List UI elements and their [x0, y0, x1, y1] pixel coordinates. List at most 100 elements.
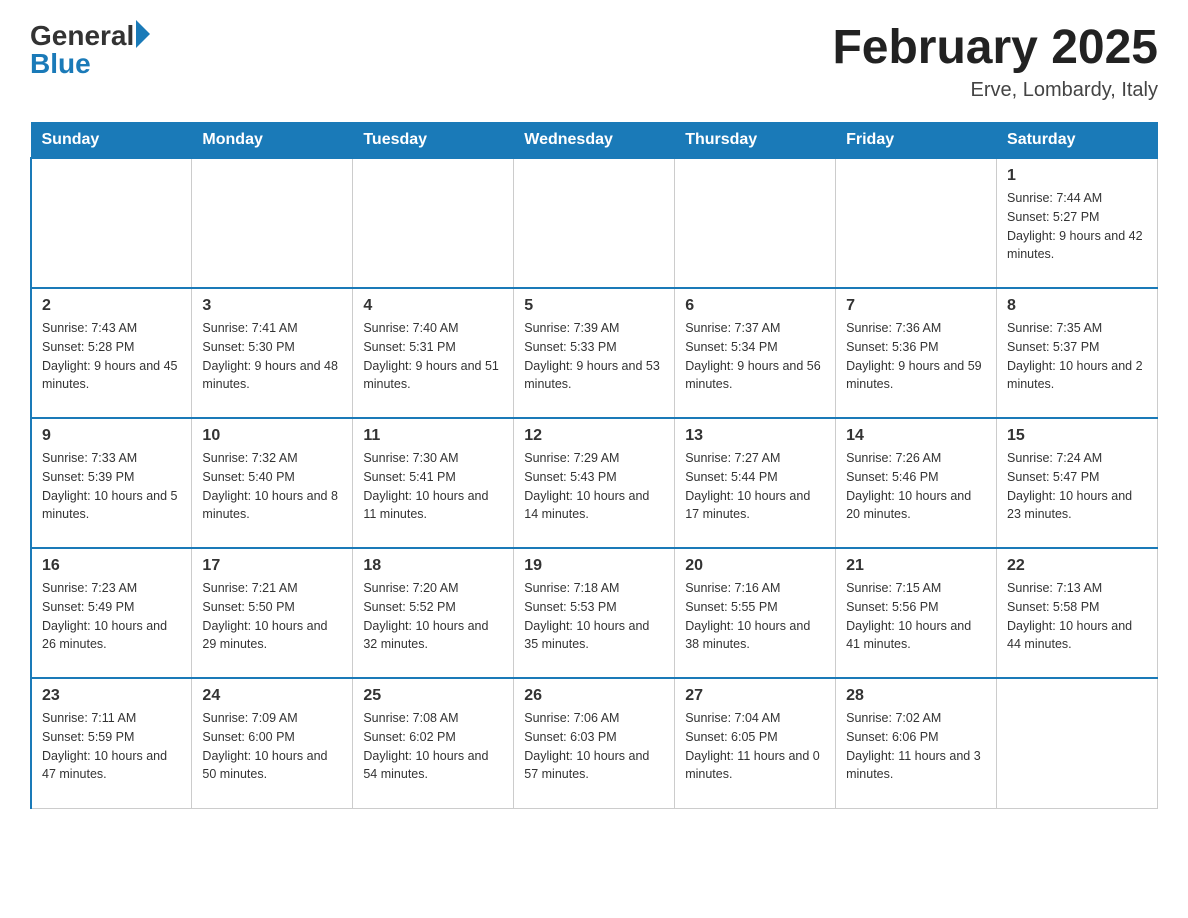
day-number: 11 [363, 427, 503, 445]
calendar-cell: 4Sunrise: 7:40 AMSunset: 5:31 PMDaylight… [353, 288, 514, 418]
day-info: Sunrise: 7:20 AMSunset: 5:52 PMDaylight:… [363, 579, 503, 654]
calendar-week-5: 23 Sunrise: 7:11 AMSunset: 5:59 PMDayligh… [31, 678, 1158, 808]
calendar-cell: 17Sunrise: 7:21 AMSunset: 5:50 PMDayligh… [192, 548, 353, 678]
day-info: Sunrise: 7:40 AMSunset: 5:31 PMDaylight:… [363, 319, 503, 394]
day-number: 1 [1007, 167, 1147, 185]
calendar-cell: 23 Sunrise: 7:11 AMSunset: 5:59 PMDayligh… [31, 678, 192, 808]
calendar-cell [31, 158, 192, 288]
col-saturday: Saturday [997, 123, 1158, 159]
day-number: 20 [685, 557, 825, 575]
calendar-cell: 6 Sunrise: 7:37 AMSunset: 5:34 PMDaylight… [675, 288, 836, 418]
day-info: Sunrise: 7:41 AMSunset: 5:30 PMDaylight:… [202, 319, 342, 394]
day-number: 10 [202, 427, 342, 445]
calendar-week-1: 1 Sunrise: 7:44 AMSunset: 5:27 PMDaylight… [31, 158, 1158, 288]
calendar-cell [997, 678, 1158, 808]
calendar-cell: 10Sunrise: 7:32 AMSunset: 5:40 PMDayligh… [192, 418, 353, 548]
day-info: Sunrise: 7:24 AMSunset: 5:47 PMDaylight:… [1007, 449, 1147, 524]
day-number: 23 [42, 687, 181, 705]
calendar-week-3: 9 Sunrise: 7:33 AMSunset: 5:39 PMDaylight… [31, 418, 1158, 548]
day-number: 17 [202, 557, 342, 575]
day-number: 22 [1007, 557, 1147, 575]
calendar-cell: 22Sunrise: 7:13 AMSunset: 5:58 PMDayligh… [997, 548, 1158, 678]
day-info: Sunrise: 7:37 AMSunset: 5:34 PMDaylight:… [685, 319, 825, 394]
calendar-cell: 27 Sunrise: 7:04 AMSunset: 6:05 PMDayligh… [675, 678, 836, 808]
calendar-cell: 28Sunrise: 7:02 AMSunset: 6:06 PMDayligh… [836, 678, 997, 808]
calendar-cell: 11Sunrise: 7:30 AMSunset: 5:41 PMDayligh… [353, 418, 514, 548]
header-row: Sunday Monday Tuesday Wednesday Thursday… [31, 123, 1158, 159]
calendar-cell [353, 158, 514, 288]
day-info: Sunrise: 7:04 AMSunset: 6:05 PMDaylight:… [685, 709, 825, 784]
page-header: General Blue February 2025 Erve, Lombard… [30, 20, 1158, 102]
title-block: February 2025 Erve, Lombardy, Italy [832, 20, 1158, 102]
day-number: 24 [202, 687, 342, 705]
col-sunday: Sunday [31, 123, 192, 159]
calendar-cell: 8 Sunrise: 7:35 AMSunset: 5:37 PMDaylight… [997, 288, 1158, 418]
logo: General Blue [30, 20, 150, 80]
col-friday: Friday [836, 123, 997, 159]
calendar-table: Sunday Monday Tuesday Wednesday Thursday… [30, 122, 1158, 809]
day-info: Sunrise: 7:09 AMSunset: 6:00 PMDaylight:… [202, 709, 342, 784]
day-number: 5 [524, 297, 664, 315]
day-number: 13 [685, 427, 825, 445]
day-number: 16 [42, 557, 181, 575]
calendar-cell: 21Sunrise: 7:15 AMSunset: 5:56 PMDayligh… [836, 548, 997, 678]
day-info: Sunrise: 7:36 AMSunset: 5:36 PMDaylight:… [846, 319, 986, 394]
day-number: 8 [1007, 297, 1147, 315]
calendar-cell [675, 158, 836, 288]
calendar-cell: 18 Sunrise: 7:20 AMSunset: 5:52 PMDayligh… [353, 548, 514, 678]
day-info: Sunrise: 7:26 AMSunset: 5:46 PMDaylight:… [846, 449, 986, 524]
calendar-cell: 15 Sunrise: 7:24 AMSunset: 5:47 PMDayligh… [997, 418, 1158, 548]
logo-arrow-icon [136, 20, 150, 48]
day-number: 3 [202, 297, 342, 315]
calendar-cell [192, 158, 353, 288]
day-number: 12 [524, 427, 664, 445]
day-info: Sunrise: 7:27 AMSunset: 5:44 PMDaylight:… [685, 449, 825, 524]
day-number: 26 [524, 687, 664, 705]
day-number: 25 [363, 687, 503, 705]
day-number: 19 [524, 557, 664, 575]
calendar-cell: 13 Sunrise: 7:27 AMSunset: 5:44 PMDayligh… [675, 418, 836, 548]
col-thursday: Thursday [675, 123, 836, 159]
calendar-cell: 7 Sunrise: 7:36 AMSunset: 5:36 PMDaylight… [836, 288, 997, 418]
calendar-cell: 24 Sunrise: 7:09 AMSunset: 6:00 PMDayligh… [192, 678, 353, 808]
day-number: 6 [685, 297, 825, 315]
col-wednesday: Wednesday [514, 123, 675, 159]
day-info: Sunrise: 7:35 AMSunset: 5:37 PMDaylight:… [1007, 319, 1147, 394]
day-info: Sunrise: 7:43 AMSunset: 5:28 PMDaylight:… [42, 319, 181, 394]
calendar-cell: 20 Sunrise: 7:16 AMSunset: 5:55 PMDayligh… [675, 548, 836, 678]
day-number: 9 [42, 427, 181, 445]
day-info: Sunrise: 7:02 AMSunset: 6:06 PMDaylight:… [846, 709, 986, 784]
day-number: 15 [1007, 427, 1147, 445]
col-monday: Monday [192, 123, 353, 159]
calendar-cell: 12 Sunrise: 7:29 AMSunset: 5:43 PMDayligh… [514, 418, 675, 548]
location-label: Erve, Lombardy, Italy [832, 79, 1158, 102]
calendar-cell: 25 Sunrise: 7:08 AMSunset: 6:02 PMDayligh… [353, 678, 514, 808]
day-info: Sunrise: 7:23 AMSunset: 5:49 PMDaylight:… [42, 579, 181, 654]
calendar-cell [836, 158, 997, 288]
calendar-cell: 1 Sunrise: 7:44 AMSunset: 5:27 PMDaylight… [997, 158, 1158, 288]
day-info: Sunrise: 7:29 AMSunset: 5:43 PMDaylight:… [524, 449, 664, 524]
day-info: Sunrise: 7:11 AMSunset: 5:59 PMDaylight:… [42, 709, 181, 784]
calendar-header: Sunday Monday Tuesday Wednesday Thursday… [31, 123, 1158, 159]
day-info: Sunrise: 7:33 AMSunset: 5:39 PMDaylight:… [42, 449, 181, 524]
day-info: Sunrise: 7:44 AMSunset: 5:27 PMDaylight:… [1007, 189, 1147, 264]
day-info: Sunrise: 7:39 AMSunset: 5:33 PMDaylight:… [524, 319, 664, 394]
calendar-cell: 3 Sunrise: 7:41 AMSunset: 5:30 PMDaylight… [192, 288, 353, 418]
calendar-cell: 5 Sunrise: 7:39 AMSunset: 5:33 PMDaylight… [514, 288, 675, 418]
day-info: Sunrise: 7:06 AMSunset: 6:03 PMDaylight:… [524, 709, 664, 784]
day-info: Sunrise: 7:08 AMSunset: 6:02 PMDaylight:… [363, 709, 503, 784]
calendar-cell: 16 Sunrise: 7:23 AMSunset: 5:49 PMDayligh… [31, 548, 192, 678]
calendar-cell: 19Sunrise: 7:18 AMSunset: 5:53 PMDayligh… [514, 548, 675, 678]
calendar-cell: 9 Sunrise: 7:33 AMSunset: 5:39 PMDaylight… [31, 418, 192, 548]
day-number: 14 [846, 427, 986, 445]
day-info: Sunrise: 7:16 AMSunset: 5:55 PMDaylight:… [685, 579, 825, 654]
calendar-cell: 14 Sunrise: 7:26 AMSunset: 5:46 PMDayligh… [836, 418, 997, 548]
day-info: Sunrise: 7:15 AMSunset: 5:56 PMDaylight:… [846, 579, 986, 654]
calendar-week-4: 16 Sunrise: 7:23 AMSunset: 5:49 PMDayligh… [31, 548, 1158, 678]
calendar-week-2: 2Sunrise: 7:43 AMSunset: 5:28 PMDaylight… [31, 288, 1158, 418]
day-number: 27 [685, 687, 825, 705]
day-number: 7 [846, 297, 986, 315]
calendar-body: 1 Sunrise: 7:44 AMSunset: 5:27 PMDaylight… [31, 158, 1158, 808]
day-number: 18 [363, 557, 503, 575]
calendar-cell: 2Sunrise: 7:43 AMSunset: 5:28 PMDaylight… [31, 288, 192, 418]
